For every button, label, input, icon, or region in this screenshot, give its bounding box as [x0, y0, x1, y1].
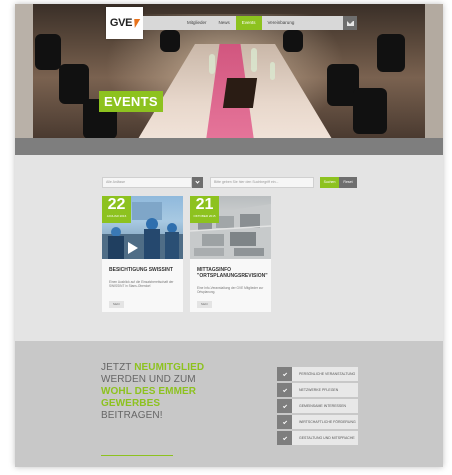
benefit-label: GEMEINSAME INTERESSEN — [299, 404, 347, 408]
benefit-label: PERSÖNLICHE VERANSTALTUNG — [299, 372, 356, 376]
nav-item-mitglieder[interactable]: Mitglieder — [181, 16, 213, 30]
list-item: PERSÖNLICHE VERANSTALTUNG — [277, 367, 358, 381]
nav-item-events[interactable]: Events — [235, 16, 262, 30]
event-month: JANUAR 2016 — [106, 214, 127, 218]
event-description: Eine Info-Veranstaltung der GVE Mitglied… — [197, 286, 264, 295]
event-title[interactable]: BESICHTIGUNG SWISSINT — [109, 267, 179, 273]
event-card[interactable]: 22 JANUAR 2016 BESICHTIGUNG SWISSINT Ein… — [102, 196, 183, 312]
logo-text: GVE — [109, 17, 133, 29]
event-title[interactable]: MITTAGSINFO "ORTSPLANUNGSREVISION" — [197, 267, 268, 279]
nav-item-news[interactable]: News — [213, 16, 236, 30]
main-nav: Mitglieder News Events Vereinbarung — [143, 16, 343, 30]
benefit-label: GESTALTUNG UND MITSPRACHE — [299, 436, 355, 440]
join-line-2: WERDEN UND ZUM — [101, 374, 196, 385]
join-line-3: WOHL DES EMMER — [101, 386, 197, 397]
reset-button[interactable]: Reset — [339, 177, 357, 188]
search-input[interactable]: Bitte geben Sie hier den Suchbegriff ein… — [210, 177, 314, 188]
chevron-down-icon — [195, 179, 200, 184]
nav-item-vereinbarung[interactable]: Vereinbarung — [262, 16, 301, 30]
mail-button[interactable] — [343, 16, 357, 30]
check-icon — [277, 415, 292, 429]
accent-underline — [101, 455, 173, 456]
join-line-5: BEITRAGEN! — [101, 410, 163, 421]
check-icon — [277, 399, 292, 413]
event-card[interactable]: 21 OKTOBER 2015 MITTAGSINFO "ORTSPLANUNG… — [190, 196, 271, 312]
check-icon — [277, 383, 292, 397]
list-item: GESTALTUNG UND MITSPRACHE — [277, 431, 358, 445]
event-day: 21 — [195, 196, 214, 213]
category-select[interactable]: Alle Anlässe — [102, 177, 192, 188]
join-line-1-plain: JETZT — [101, 362, 135, 373]
benefits-list: PERSÖNLICHE VERANSTALTUNG NETZWERKE PFLE… — [277, 367, 358, 447]
join-line-4: GEWERBES — [101, 398, 161, 409]
join-line-1-bold: NEUMITGLIED — [134, 362, 205, 373]
event-more-button[interactable]: Mehr — [197, 301, 212, 308]
event-date-badge: 21 OKTOBER 2015 — [190, 196, 219, 223]
event-more-button[interactable]: Mehr — [109, 301, 124, 308]
event-description: Einen Ausblick auf die Einsatzbereitscha… — [109, 280, 174, 289]
select-dropdown-button[interactable] — [192, 177, 203, 188]
benefit-label: NETZWERKE PFLEGEN — [299, 388, 339, 392]
lightning-icon — [131, 18, 141, 28]
divider-strip — [15, 138, 443, 155]
benefit-label: WIRTSCHAFTLICHE FÖRDERUNG — [299, 420, 356, 424]
list-item: NETZWERKE PFLEGEN — [277, 383, 358, 397]
search-button[interactable]: Suchen — [320, 177, 339, 188]
logo[interactable]: GVE — [106, 7, 143, 39]
event-day: 22 — [107, 196, 126, 213]
event-date-badge: 22 JANUAR 2016 — [102, 196, 131, 223]
membership-headline: JETZT NEUMITGLIED WERDEN UND ZUM WOHL DE… — [101, 362, 231, 422]
check-icon — [277, 431, 292, 445]
list-item: WIRTSCHAFTLICHE FÖRDERUNG — [277, 415, 358, 429]
page-frame: GVE Mitglieder News Events Vereinbarung … — [15, 4, 443, 467]
event-month: OKTOBER 2015 — [193, 214, 216, 218]
list-item: GEMEINSAME INTERESSEN — [277, 399, 358, 413]
mail-icon — [346, 20, 354, 26]
page-title: EVENTS — [99, 91, 163, 112]
membership-section: JETZT NEUMITGLIED WERDEN UND ZUM WOHL DE… — [15, 341, 443, 467]
hero-banner: GVE Mitglieder News Events Vereinbarung … — [15, 4, 443, 138]
check-icon — [277, 367, 292, 381]
